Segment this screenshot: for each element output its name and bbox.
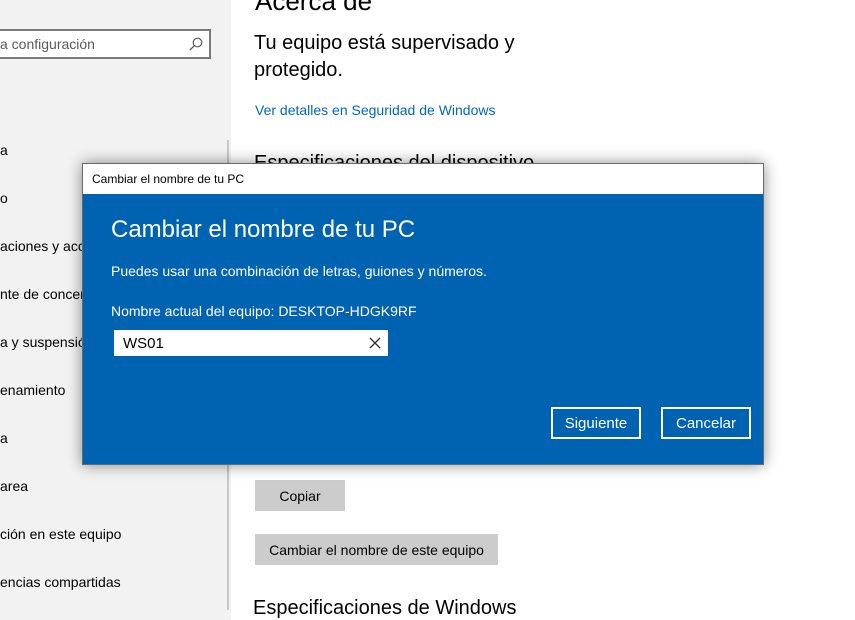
sidebar-item-9[interactable]: ción en este equipo	[0, 526, 121, 542]
security-details-link[interactable]: Ver detalles en Seguridad de Windows	[255, 102, 495, 118]
close-icon[interactable]	[368, 336, 382, 350]
sidebar-item-5[interactable]: a y suspensión	[0, 334, 93, 350]
dialog-heading: Cambiar el nombre de tu PC	[111, 216, 416, 243]
windows-specs-heading: Especificaciones de Windows	[253, 597, 517, 619]
new-pc-name-field[interactable]	[112, 328, 390, 358]
dialog-description: Puedes usar una combinación de letras, g…	[111, 263, 487, 279]
rename-pc-dialog: Cambiar el nombre de tu PC Cambiar el no…	[82, 163, 764, 465]
sidebar-item-10[interactable]: encias compartidas	[0, 574, 121, 590]
dialog-window-title: Cambiar el nombre de tu PC	[92, 172, 245, 186]
sidebar-item-6[interactable]: enamiento	[0, 382, 65, 398]
sidebar-item-2[interactable]: o	[0, 190, 8, 206]
sidebar-item-1[interactable]: a	[0, 142, 8, 158]
new-pc-name-input[interactable]	[123, 333, 343, 353]
search-placeholder[interactable]: a configuración	[0, 36, 95, 52]
sidebar-item-8[interactable]: area	[0, 478, 28, 494]
rename-pc-button[interactable]: Cambiar el nombre de este equipo	[255, 534, 498, 565]
protection-status-text: Tu equipo está supervisado y protegido.	[254, 32, 515, 81]
settings-search-box[interactable]: a configuración	[0, 29, 211, 59]
cancel-button[interactable]: Cancelar	[661, 407, 751, 439]
current-pc-name: Nombre actual del equipo: DESKTOP-HDGK9R…	[111, 303, 417, 319]
page-title: Acerca de	[255, 0, 373, 16]
dialog-titlebar[interactable]: Cambiar el nombre de tu PC	[83, 164, 763, 194]
sidebar-item-7[interactable]: a	[0, 430, 8, 446]
copy-button[interactable]: Copiar	[255, 480, 345, 511]
search-icon[interactable]	[189, 37, 203, 51]
next-button[interactable]: Siguiente	[551, 407, 641, 439]
